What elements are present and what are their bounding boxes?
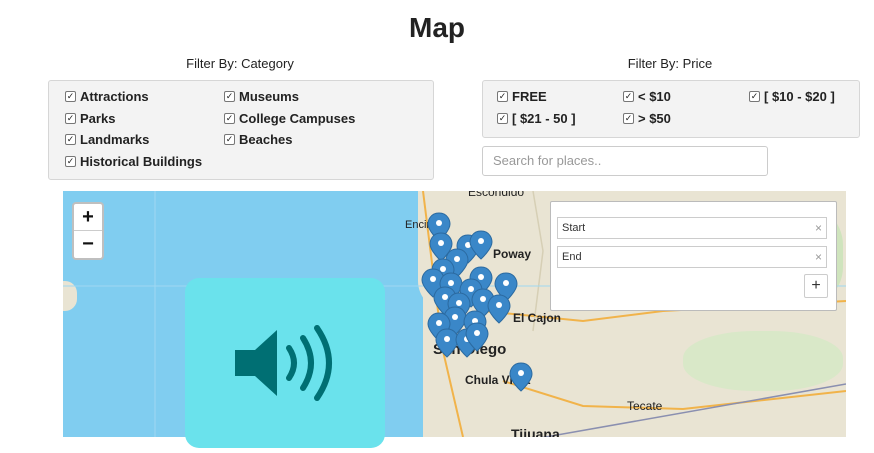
checkbox[interactable]: ✓ (65, 134, 76, 145)
clear-start-icon[interactable]: × (815, 218, 822, 238)
price-option-over-50[interactable]: ✓ > $50 (623, 111, 671, 126)
checkbox[interactable]: ✓ (224, 134, 235, 145)
zoom-out-button[interactable]: − (74, 230, 102, 257)
price-option-10-20[interactable]: ✓ [ $10 - $20 ] (749, 89, 835, 104)
price-option-under-10[interactable]: ✓ < $10 (623, 89, 671, 104)
checkbox[interactable]: ✓ (65, 113, 76, 124)
category-option-attractions[interactable]: ✓ Attractions (65, 89, 149, 104)
category-option-museums[interactable]: ✓ Museums (224, 89, 299, 104)
category-option-beaches[interactable]: ✓ Beaches (224, 132, 292, 147)
search-input[interactable]: Search for places.. (482, 146, 768, 176)
clear-end-icon[interactable]: × (815, 247, 822, 267)
routing-panel: Start × End × + (550, 201, 837, 311)
category-option-parks[interactable]: ✓ Parks (65, 111, 115, 126)
checkbox[interactable]: ✓ (224, 91, 235, 102)
checkbox[interactable]: ✓ (65, 156, 76, 167)
page-title: Map (409, 12, 465, 43)
map-pin-icon[interactable] (509, 362, 533, 392)
category-filter-panel: ✓ Attractions ✓ Museums ✓ Parks ✓ Colleg… (48, 80, 434, 180)
checkbox[interactable]: ✓ (65, 91, 76, 102)
category-option-college-campuses[interactable]: ✓ College Campuses (224, 111, 355, 126)
filter-price-label: Filter By: Price (627, 56, 713, 71)
route-start-input[interactable]: Start × (557, 217, 827, 239)
checkbox[interactable]: ✓ (497, 113, 508, 124)
checkbox[interactable]: ✓ (497, 91, 508, 102)
speaker-icon (235, 325, 332, 401)
checkbox[interactable]: ✓ (623, 113, 634, 124)
category-option-landmarks[interactable]: ✓ Landmarks (65, 132, 149, 147)
zoom-in-button[interactable]: + (74, 204, 102, 230)
checkbox[interactable]: ✓ (224, 113, 235, 124)
filter-category-label: Filter By: Category (186, 56, 294, 71)
checkbox[interactable]: ✓ (623, 91, 634, 102)
zoom-control: + − (72, 202, 104, 260)
add-waypoint-button[interactable]: + (804, 274, 828, 298)
price-option-21-50[interactable]: ✓ [ $21 - 50 ] (497, 111, 576, 126)
audio-overlay[interactable] (185, 278, 385, 448)
category-option-historical-buildings[interactable]: ✓ Historical Buildings (65, 154, 202, 169)
price-filter-panel: ✓ FREE ✓ < $10 ✓ [ $10 - $20 ] ✓ [ $21 -… (482, 80, 860, 138)
checkbox[interactable]: ✓ (749, 91, 760, 102)
map-pin-icon[interactable] (487, 294, 511, 324)
map-pin-icon[interactable] (435, 328, 459, 358)
route-end-input[interactable]: End × (557, 246, 827, 268)
price-option-free[interactable]: ✓ FREE (497, 89, 547, 104)
